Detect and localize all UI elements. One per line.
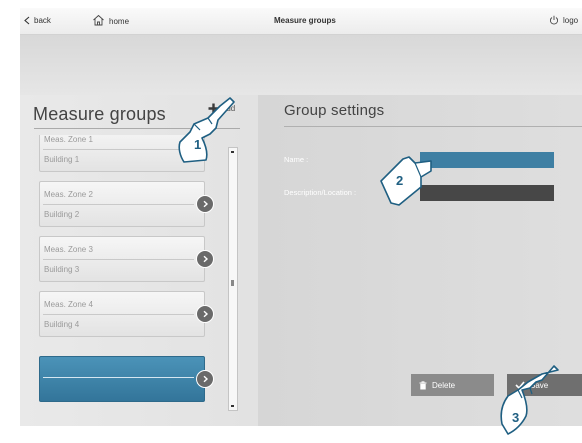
logout-button[interactable]: logo (549, 15, 578, 25)
page-title: Measure groups (274, 16, 336, 25)
top-bar: back home Measure groups logo (20, 8, 582, 35)
pointing-hand-icon (178, 97, 235, 163)
back-button[interactable]: back (24, 16, 51, 25)
power-icon (549, 15, 559, 25)
panel-title-measure-groups: Measure groups (33, 104, 166, 124)
delete-button[interactable]: Delete (411, 374, 494, 396)
list-item-building: Building 4 (44, 320, 80, 329)
callout-3: 3 (496, 364, 560, 443)
pointing-hand-icon (380, 156, 432, 206)
list-item-building: Building 2 (44, 210, 80, 219)
scroll-thumb[interactable] (231, 280, 234, 286)
list-item-divider (43, 259, 194, 260)
chevron-right-icon[interactable] (196, 195, 214, 213)
home-button[interactable]: home (92, 14, 129, 26)
description-field[interactable] (420, 185, 554, 201)
trash-icon (419, 380, 427, 389)
list-item-zone-4[interactable]: Meas. Zone 4 Building 4 (39, 291, 214, 337)
callout-2: 2 (375, 149, 435, 214)
pointing-hand-icon (500, 365, 559, 435)
list-scrollbar[interactable] (228, 147, 238, 411)
header-band (20, 35, 582, 95)
list-item-divider (43, 314, 194, 315)
list-item-zone: Meas. Zone 3 (44, 245, 93, 254)
callout-1: 1 (172, 94, 238, 171)
chevron-right-icon[interactable] (196, 370, 214, 388)
list-item-building: Building 3 (44, 265, 80, 274)
back-label: back (34, 16, 51, 25)
list-item-zone: Meas. Zone 2 (44, 190, 93, 199)
chevron-right-icon[interactable] (196, 305, 214, 323)
list-item-zone-3[interactable]: Meas. Zone 3 Building 3 (39, 236, 214, 282)
delete-label: Delete (432, 380, 456, 390)
name-label: Name : (284, 155, 309, 164)
scroll-down-arrow[interactable] (231, 405, 234, 407)
name-field[interactable] (420, 152, 554, 168)
chevron-left-icon (24, 16, 30, 25)
title-divider (284, 126, 582, 127)
callout-number: 1 (194, 137, 202, 152)
list-item-zone: Meas. Zone 1 (44, 135, 93, 144)
list-item-building: Building 1 (44, 155, 80, 164)
list-item-divider (43, 377, 194, 378)
list-item-zone: Meas. Zone 4 (44, 300, 93, 309)
callout-number: 3 (512, 410, 520, 425)
list-item-new-selected[interactable] (39, 356, 214, 402)
callout-number: 2 (396, 173, 404, 188)
home-label: home (109, 16, 130, 26)
list-item-divider (43, 204, 194, 205)
logout-label: logo (563, 15, 579, 25)
list-item-zone-2[interactable]: Meas. Zone 2 Building 2 (39, 181, 214, 227)
chevron-right-icon[interactable] (196, 250, 214, 268)
panel-title-group-settings: Group settings (284, 102, 385, 119)
description-label: Description/Location : (284, 188, 357, 197)
group-list: Meas. Zone 1 Building 1 Meas. Zone 2 Bui… (20, 135, 258, 421)
home-icon (93, 14, 104, 26)
